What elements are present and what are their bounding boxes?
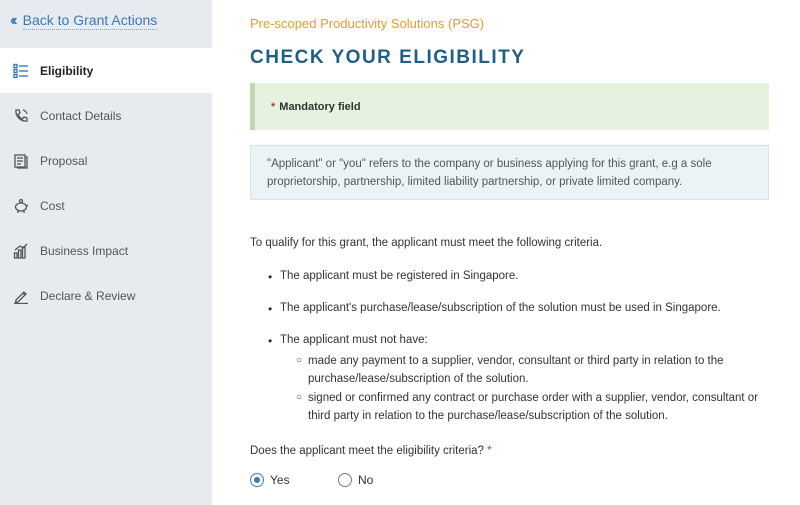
sidebar-nav: Eligibility Contact Details Proposal Cos… [0, 48, 212, 318]
list-item: • The applicant's purchase/lease/subscrip… [268, 302, 721, 316]
sidebar: ‹‹ Back to Grant Actions Eligibility Con… [0, 0, 212, 505]
sub-list-item: ○ signed or confirmed any contract or pur… [296, 392, 759, 422]
sidebar-item-label: Proposal [40, 153, 88, 168]
radio-unselected-icon [338, 473, 352, 487]
radio-selected-icon [250, 473, 264, 487]
sidebar-item-declare-review[interactable]: Declare & Review [0, 273, 212, 318]
sidebar-item-contact-details[interactable]: Contact Details [0, 93, 212, 138]
required-star: * [271, 100, 276, 113]
eligibility-question: Does the applicant meet the eligibility … [250, 445, 492, 457]
mandatory-field-notice: * Mandatory field [250, 83, 769, 130]
pen-icon [12, 287, 30, 305]
list-item: • The applicant must be registered in Sin… [268, 270, 519, 284]
criteria-intro: To qualify for this grant, the applicant… [250, 237, 603, 249]
sidebar-item-cost[interactable]: Cost [0, 183, 212, 228]
sidebar-item-label: Cost [40, 198, 65, 213]
page-subtitle: Pre-scoped Productivity Solutions (PSG) [250, 16, 485, 31]
sidebar-item-label: Business Impact [40, 243, 129, 258]
back-to-grant-actions-link[interactable]: ‹‹ Back to Grant Actions [10, 12, 158, 30]
back-link-label: Back to Grant Actions [22, 12, 158, 30]
sidebar-item-label: Eligibility [40, 63, 94, 78]
piggy-bank-icon [12, 197, 30, 215]
document-icon [12, 152, 30, 170]
radio-no[interactable]: No [338, 473, 373, 487]
page-title: CHECK YOUR ELIGIBILITY [250, 47, 526, 68]
sidebar-item-business-impact[interactable]: Business Impact [0, 228, 212, 273]
required-star: * [487, 445, 492, 457]
phone-icon [12, 107, 30, 125]
sidebar-item-label: Declare & Review [40, 288, 136, 303]
radio-yes[interactable]: Yes [250, 473, 290, 487]
checklist-icon [12, 62, 30, 80]
mandatory-label: Mandatory field [279, 100, 361, 113]
bar-chart-icon [12, 242, 30, 260]
sidebar-item-eligibility[interactable]: Eligibility [0, 48, 212, 93]
sub-list-item: ○ made any payment to a supplier, vendor,… [296, 355, 724, 385]
sidebar-item-proposal[interactable]: Proposal [0, 138, 212, 183]
list-item: • The applicant must not have: [268, 334, 428, 348]
double-chevron-left-icon: ‹‹ [10, 12, 17, 29]
applicant-info-box: "Applicant" or "you" refers to the compa… [250, 145, 769, 200]
sidebar-item-label: Contact Details [40, 108, 122, 123]
